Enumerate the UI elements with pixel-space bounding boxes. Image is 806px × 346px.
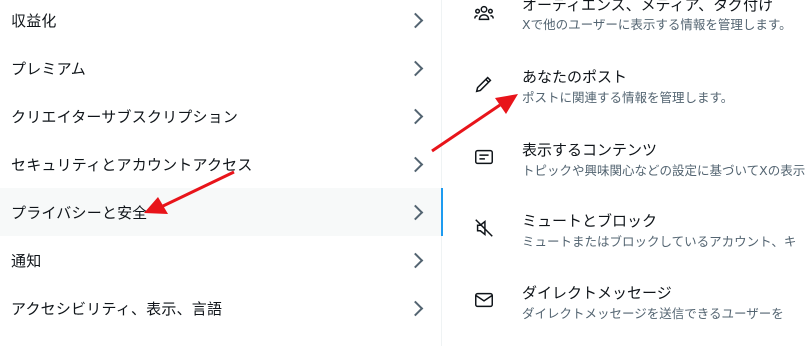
- menu-item-label: プライバシーと安全: [11, 203, 148, 222]
- menu-item-premium[interactable]: プレミアム: [0, 44, 441, 92]
- menu-item-label: クリエイターサブスクリプション: [11, 107, 239, 126]
- mute-icon: [473, 217, 495, 239]
- chevron-right-icon: [407, 252, 424, 269]
- privacy-item-desc: トピックや興味関心などの設定に基づいてXの表示: [522, 163, 806, 178]
- privacy-item-title: 表示するコンテンツ: [522, 141, 658, 159]
- menu-item-security-access[interactable]: セキュリティとアカウントアクセス: [0, 140, 441, 188]
- menu-item-label: プレミアム: [11, 59, 86, 78]
- chevron-right-icon: [407, 156, 424, 173]
- content-icon: [473, 146, 495, 168]
- privacy-item-content[interactable]: 表示するコンテンツ トピックや興味関心などの設定に基づいてXの表示: [443, 134, 806, 194]
- pencil-icon: [473, 73, 495, 95]
- chevron-right-icon: [407, 204, 424, 221]
- menu-item-label: セキュリティとアカウントアクセス: [11, 155, 253, 174]
- settings-menu: 収益化 プレミアム クリエイターサブスクリプション セキュリティとアカウントアク…: [0, 0, 443, 346]
- privacy-item-desc: Xで他のユーザーに表示する情報を管理します。: [522, 17, 792, 32]
- privacy-item-title: ミュートとブロック: [522, 212, 658, 230]
- menu-item-label: アクセシビリティ、表示、言語: [11, 299, 223, 318]
- privacy-settings-panel: オーディエンス、メディア、タグ付け Xで他のユーザーに表示する情報を管理します。…: [443, 0, 806, 346]
- privacy-item-audience[interactable]: オーディエンス、メディア、タグ付け Xで他のユーザーに表示する情報を管理します。: [443, 0, 806, 48]
- chevron-right-icon: [407, 300, 424, 317]
- privacy-item-direct-messages[interactable]: ダイレクトメッセージ ダイレクトメッセージを送信できるユーザーを: [443, 277, 806, 337]
- menu-item-label: 通知: [11, 251, 42, 270]
- privacy-item-desc: ダイレクトメッセージを送信できるユーザーを: [522, 306, 784, 321]
- envelope-icon: [473, 289, 495, 311]
- people-icon: [473, 2, 495, 24]
- menu-item-privacy-safety[interactable]: プライバシーと安全: [0, 188, 443, 236]
- chevron-right-icon: [407, 60, 424, 77]
- menu-item-monetization[interactable]: 収益化: [0, 0, 441, 44]
- chevron-right-icon: [407, 108, 424, 125]
- privacy-item-desc: ミュートまたはブロックしているアカウント、キ: [522, 234, 797, 249]
- menu-item-label: 収益化: [11, 11, 57, 30]
- privacy-item-mute-block[interactable]: ミュートとブロック ミュートまたはブロックしているアカウント、キ: [443, 205, 806, 265]
- privacy-item-title: ダイレクトメッセージ: [522, 284, 672, 302]
- privacy-item-desc: ポストに関連する情報を管理します。: [522, 90, 734, 105]
- menu-item-creator-subscriptions[interactable]: クリエイターサブスクリプション: [0, 92, 441, 140]
- menu-item-notifications[interactable]: 通知: [0, 236, 441, 284]
- privacy-item-title: あなたのポスト: [522, 68, 628, 86]
- privacy-item-title: オーディエンス、メディア、タグ付け: [522, 0, 774, 14]
- chevron-right-icon: [407, 12, 424, 29]
- privacy-item-your-posts[interactable]: あなたのポスト ポストに関連する情報を管理します。: [443, 62, 806, 122]
- menu-item-accessibility[interactable]: アクセシビリティ、表示、言語: [0, 284, 441, 332]
